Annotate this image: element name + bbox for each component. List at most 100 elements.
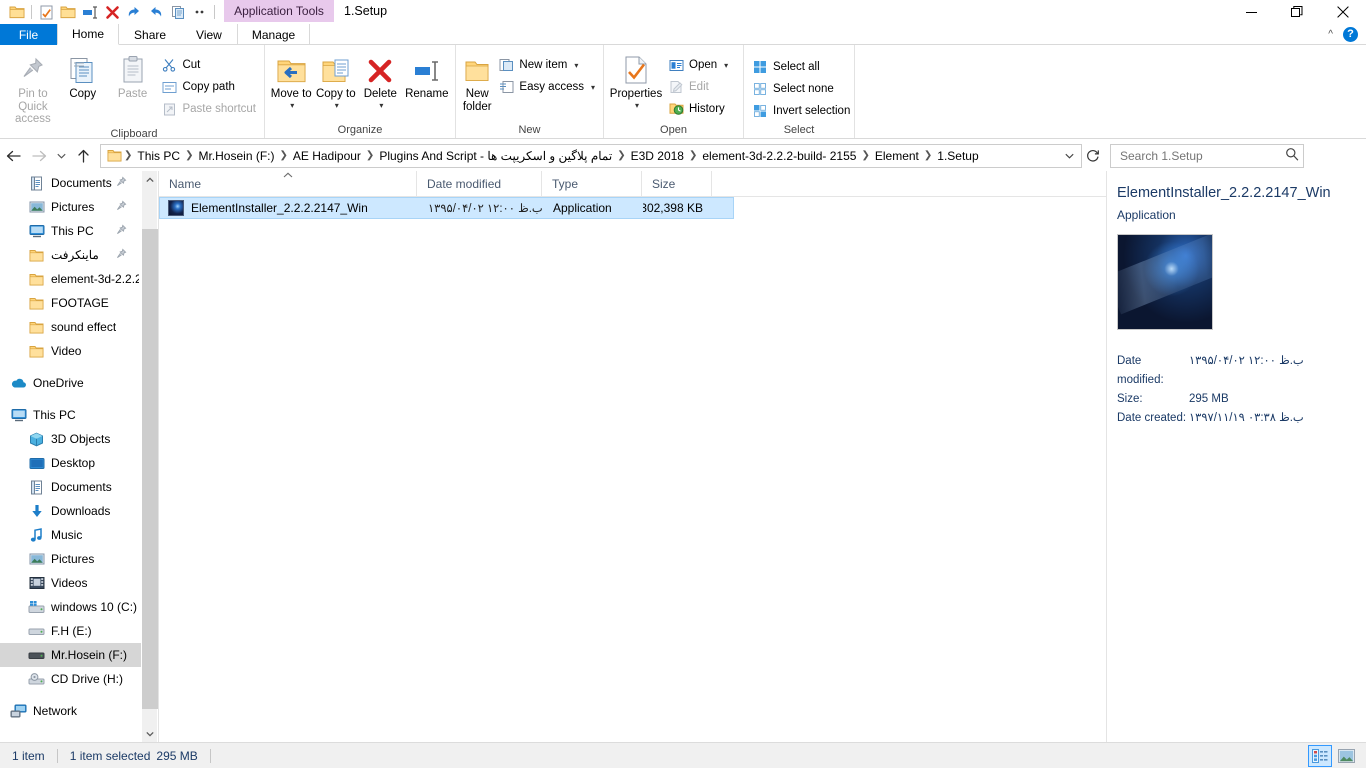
sidebar-item-onedrive[interactable]: OneDrive (0, 371, 141, 395)
large-icons-view-icon[interactable] (1334, 745, 1358, 767)
breadcrumb-item-setup[interactable]: 1.Setup (933, 146, 982, 166)
qat-customize-icon[interactable] (189, 1, 211, 23)
address-chevron-down-icon[interactable] (1059, 153, 1079, 159)
up-button[interactable] (70, 143, 96, 169)
column-header-type[interactable]: Type (542, 171, 642, 196)
breadcrumb-item-element[interactable]: Element (871, 146, 923, 166)
column-header-name[interactable]: Name (159, 171, 417, 196)
navigation-pane-scrollbar[interactable] (141, 171, 158, 742)
tab-share[interactable]: Share (119, 24, 181, 45)
search-box[interactable] (1110, 143, 1304, 168)
close-button[interactable] (1320, 0, 1366, 24)
column-header-size[interactable]: Size (642, 171, 712, 196)
sidebar-item-mrhosein-f-drive[interactable]: Mr.Hosein (F:) (0, 643, 141, 667)
properties-chevron-down-icon[interactable]: ▾ (635, 101, 639, 110)
new-folder-button[interactable]: New folder (460, 49, 494, 113)
sidebar-item-music[interactable]: Music (0, 523, 141, 547)
sidebar-item-video-folder[interactable]: Video (0, 339, 141, 363)
back-button[interactable] (0, 143, 26, 169)
tab-view[interactable]: View (181, 24, 237, 45)
select-none-button[interactable]: Select none (748, 78, 854, 100)
navigation-pane-scroll-thumb[interactable] (142, 229, 158, 709)
pin-icon[interactable] (116, 224, 127, 238)
qat-rename-icon[interactable] (79, 1, 101, 23)
sidebar-item-element-3d-folder[interactable]: element-3d-2.2.2 (0, 267, 141, 291)
breadcrumb-item-plugins-and-script[interactable]: تمام پلاگین و اسکریپت ها - Plugins And S… (375, 146, 616, 166)
qat-delete-icon[interactable] (101, 1, 123, 23)
recent-locations-chevron-down-icon[interactable] (52, 143, 70, 169)
new-item-chevron-down-icon[interactable]: ▾ (574, 61, 578, 70)
sidebar-item-footage-folder[interactable]: FOOTAGE (0, 291, 141, 315)
sidebar-item-downloads[interactable]: Downloads (0, 499, 141, 523)
pin-icon[interactable] (116, 248, 127, 262)
sidebar-item-network[interactable]: Network (0, 699, 141, 723)
rename-button[interactable]: Rename (403, 49, 451, 101)
breadcrumb-item-element-3d-build[interactable]: element-3d-2.2.2-build- 2155 (698, 146, 860, 166)
sidebar-item-documents-quick[interactable]: Documents (0, 171, 141, 195)
sidebar-item-cd-drive-h[interactable]: CD Drive (H:) (0, 667, 141, 691)
breadcrumb-item-this-pc[interactable]: This PC (133, 146, 184, 166)
qat-new-folder-icon[interactable] (57, 1, 79, 23)
open-button[interactable]: Open ▾ (664, 54, 732, 76)
refresh-icon[interactable] (1082, 144, 1104, 168)
pin-icon[interactable] (116, 176, 127, 190)
sidebar-item-pictures[interactable]: Pictures (0, 547, 141, 571)
qat-copy-icon[interactable] (167, 1, 189, 23)
select-all-button[interactable]: Select all (748, 56, 854, 78)
qat-undo-icon[interactable] (145, 1, 167, 23)
delete-button[interactable]: Delete ▾ (358, 49, 403, 110)
copy-to-button[interactable]: Copy to ▾ (314, 49, 359, 110)
search-icon[interactable] (1285, 147, 1299, 164)
tab-file[interactable]: File (0, 24, 57, 45)
pin-icon[interactable] (116, 200, 127, 214)
tab-home[interactable]: Home (57, 24, 120, 45)
maximize-button[interactable] (1274, 0, 1320, 24)
invert-selection-button[interactable]: Invert selection (748, 100, 854, 122)
move-to-chevron-down-icon[interactable]: ▾ (290, 101, 294, 110)
open-chevron-down-icon[interactable]: ▾ (724, 61, 728, 70)
sidebar-item-pictures-quick[interactable]: Pictures (0, 195, 141, 219)
edit-button[interactable]: Edit (664, 76, 732, 98)
copy-to-chevron-down-icon[interactable]: ▾ (335, 101, 339, 110)
paste-button[interactable]: Paste (108, 49, 158, 101)
easy-access-button[interactable]: Easy access ▾ (494, 76, 599, 98)
cut-button[interactable]: Cut (157, 54, 260, 76)
sidebar-item-3d-objects[interactable]: 3D Objects (0, 427, 141, 451)
sidebar-item-videos[interactable]: Videos (0, 571, 141, 595)
qat-redo-icon[interactable] (123, 1, 145, 23)
forward-button[interactable] (26, 143, 52, 169)
breadcrumb-item-drive-f[interactable]: Mr.Hosein (F:) (194, 146, 278, 166)
history-button[interactable]: History (664, 98, 732, 120)
sidebar-item-windows-c-drive[interactable]: windows 10 (C:) (0, 595, 141, 619)
sidebar-item-this-pc-quick[interactable]: This PC (0, 219, 141, 243)
table-row[interactable]: ElementInstaller_2.2.2.2147_Win ۱۳۹۵/۰۴/… (159, 197, 734, 219)
scroll-down-arrow-icon[interactable] (142, 725, 158, 742)
details-view-icon[interactable] (1308, 744, 1332, 767)
copy-path-button[interactable]: Copy path (157, 76, 260, 98)
scroll-up-arrow-icon[interactable] (142, 171, 158, 188)
column-header-date-modified[interactable]: Date modified (417, 171, 542, 196)
new-item-button[interactable]: New item ▾ (494, 54, 599, 76)
minimize-button[interactable] (1228, 0, 1274, 24)
paste-shortcut-button[interactable]: Paste shortcut (157, 98, 260, 120)
breadcrumb-item-ae-hadipour[interactable]: AE Hadipour (289, 146, 365, 166)
tab-manage[interactable]: Manage (236, 24, 311, 45)
move-to-button[interactable]: Move to ▾ (269, 49, 314, 110)
easy-access-chevron-down-icon[interactable]: ▾ (591, 83, 595, 92)
breadcrumb-bar[interactable]: ❯ This PC ❯ Mr.Hosein (F:) ❯ AE Hadipour… (100, 143, 1082, 168)
qat-properties-icon[interactable] (35, 1, 57, 23)
sidebar-item-sound-effect-folder[interactable]: sound effect (0, 315, 141, 339)
properties-button[interactable]: Properties ▾ (608, 49, 664, 110)
pin-to-quick-access-button[interactable]: Pin to Quick access (8, 49, 58, 126)
sidebar-item-this-pc[interactable]: This PC (0, 403, 141, 427)
sidebar-item-documents[interactable]: Documents (0, 475, 141, 499)
copy-button[interactable]: Copy (58, 49, 108, 101)
qat-folder-icon[interactable] (6, 1, 28, 23)
help-icon[interactable]: ? (1343, 26, 1358, 42)
sidebar-item-minecraft-folder[interactable]: ماینکرفت (0, 243, 141, 267)
sidebar-item-desktop[interactable]: Desktop (0, 451, 141, 475)
sidebar-item-fh-e-drive[interactable]: F.H (E:) (0, 619, 141, 643)
search-input[interactable] (1118, 147, 1285, 164)
delete-chevron-down-icon[interactable]: ▾ (379, 101, 383, 110)
collapse-ribbon-icon[interactable]: ^ (1328, 29, 1333, 40)
